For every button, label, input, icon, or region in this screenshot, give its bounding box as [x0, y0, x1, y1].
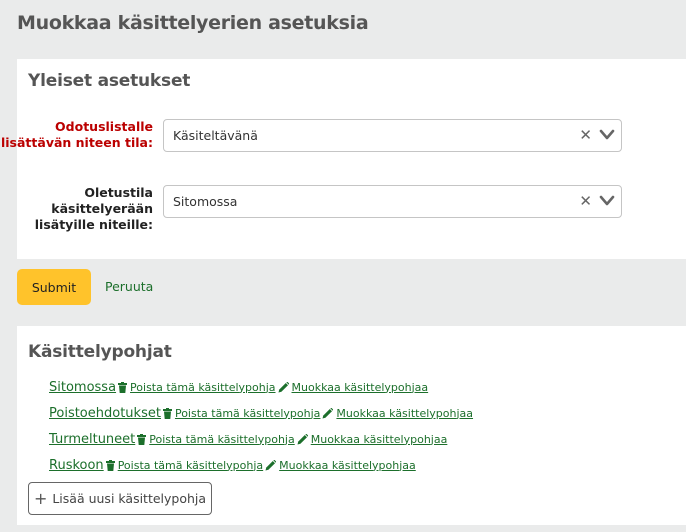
trash-icon [137, 433, 147, 445]
general-settings-panel: Yleiset asetukset Odotuslistalle lisättä… [1, 59, 686, 259]
templates-panel: Käsittelypohjat Sitomossa Poista tämä kä… [17, 326, 686, 525]
delete-template-label: Poista tämä käsittelypohja [174, 406, 321, 420]
pencil-icon [322, 407, 334, 418]
template-list: Sitomossa Poista tämä käsittelypohja Muo… [49, 374, 473, 478]
pencil-icon [297, 433, 308, 444]
waiting-status-value: Käsiteltävänä [173, 128, 258, 143]
edit-template-label: Muokkaa käsittelypohjaa [310, 432, 448, 446]
template-row: Ruskoon Poista tämä käsittelypohja Muokk… [49, 452, 473, 478]
trash-icon [118, 381, 128, 393]
page-title: Muokkaa käsittelyerien asetuksia [17, 12, 369, 34]
template-row: Sitomossa Poista tämä käsittelypohja Muo… [49, 374, 473, 400]
edit-template-label: Muokkaa käsittelypohjaa [336, 406, 474, 420]
waiting-status-label: Odotuslistalle lisättävän niteen tila: [0, 119, 153, 150]
general-settings-heading: Yleiset asetukset [28, 71, 191, 91]
trash-icon [105, 459, 115, 471]
edit-template-link[interactable]: Muokkaa käsittelypohjaa [297, 432, 448, 446]
chevron-down-icon[interactable] [599, 195, 615, 207]
delete-template-link[interactable]: Poista tämä käsittelypohja [118, 380, 276, 394]
cancel-link[interactable]: Peruuta [105, 279, 153, 294]
default-status-select[interactable]: Sitomossa ✕ [163, 185, 622, 218]
default-status-value: Sitomossa [173, 194, 238, 209]
edit-template-link[interactable]: Muokkaa käsittelypohjaa [322, 407, 473, 420]
template-name-link[interactable]: Turmeltuneet [49, 432, 135, 447]
submit-button[interactable]: Submit [17, 269, 91, 305]
add-template-button[interactable]: + Lisää uusi käsittelypohja [28, 482, 212, 515]
template-name-link[interactable]: Poistoehdotukset [49, 406, 161, 421]
pencil-icon [278, 381, 289, 392]
waiting-status-select[interactable]: Käsiteltävänä ✕ [163, 119, 622, 152]
delete-template-label: Poista tämä käsittelypohja [130, 380, 276, 394]
delete-template-label: Poista tämä käsittelypohja [117, 458, 264, 472]
templates-heading: Käsittelypohjat [28, 342, 172, 362]
clear-icon[interactable]: ✕ [579, 192, 592, 210]
chevron-down-icon[interactable] [599, 129, 615, 141]
delete-template-link[interactable]: Poista tämä käsittelypohja [137, 432, 295, 446]
edit-template-label: Muokkaa käsittelypohjaa [291, 380, 429, 394]
delete-template-label: Poista tämä käsittelypohja [149, 432, 295, 446]
template-name-link[interactable]: Ruskoon [49, 458, 104, 473]
plus-icon: + [33, 489, 48, 508]
trash-icon [162, 407, 172, 419]
delete-template-link[interactable]: Poista tämä käsittelypohja [105, 458, 264, 472]
template-row: Poistoehdotukset Poista tämä käsittelypo… [49, 400, 473, 426]
pencil-icon [265, 459, 277, 470]
delete-template-link[interactable]: Poista tämä käsittelypohja [162, 406, 321, 420]
template-name-link[interactable]: Sitomossa [49, 380, 116, 395]
edit-template-label: Muokkaa käsittelypohjaa [279, 458, 416, 472]
edit-template-link[interactable]: Muokkaa käsittelypohjaa [265, 459, 416, 472]
template-row: Turmeltuneet Poista tämä käsittelypohja … [49, 426, 473, 452]
clear-icon[interactable]: ✕ [579, 126, 592, 144]
edit-template-link[interactable]: Muokkaa käsittelypohjaa [278, 380, 429, 394]
add-template-label: Lisää uusi käsittelypohja [52, 491, 207, 506]
default-status-label: Oletustila käsittelyerään lisätyille nit… [34, 185, 153, 232]
